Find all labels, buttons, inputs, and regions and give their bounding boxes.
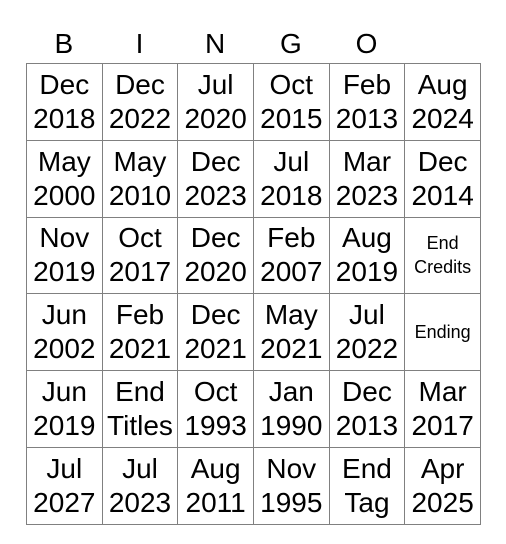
bingo-cell[interactable]: End Credits: [404, 216, 481, 295]
bingo-row: Dec 2018 Dec 2022 Jul 2020 Oct 2015 Feb …: [26, 63, 481, 141]
bingo-cell[interactable]: Aug 2019: [328, 216, 406, 295]
bingo-cell[interactable]: May 2021: [252, 293, 330, 372]
bingo-cell[interactable]: End Tag: [328, 446, 406, 525]
bingo-cell[interactable]: Jan 1990: [252, 370, 330, 448]
bingo-cell[interactable]: Dec 2022: [101, 63, 179, 141]
bingo-cell[interactable]: Jul 2023: [101, 446, 179, 525]
bingo-cell[interactable]: Nov 1995: [252, 446, 330, 525]
bingo-cell[interactable]: Dec 2023: [177, 139, 254, 218]
header-letter-g: G: [279, 28, 302, 59]
bingo-cell[interactable]: Jun 2002: [26, 293, 103, 372]
header-letter-i: I: [135, 28, 144, 59]
bingo-cell[interactable]: May 2010: [101, 139, 179, 218]
bingo-row: May 2000 May 2010 Dec 2023 Jul 2018 Mar …: [26, 139, 481, 218]
header-letter-n: N: [205, 28, 226, 59]
bingo-cell[interactable]: Dec 2021: [177, 293, 254, 372]
bingo-cell[interactable]: Feb 2007: [252, 216, 330, 295]
bingo-cell[interactable]: Jul 2022: [328, 293, 406, 372]
bingo-cell[interactable]: May 2000: [26, 139, 103, 218]
bingo-cell[interactable]: Dec 2013: [328, 370, 406, 448]
bingo-cell[interactable]: Mar 2023: [328, 139, 406, 218]
bingo-cell[interactable]: Jul 2018: [252, 139, 330, 218]
bingo-cell[interactable]: Aug 2011: [177, 446, 254, 525]
bingo-cell[interactable]: Jun 2019: [26, 370, 103, 448]
bingo-cell[interactable]: Mar 2017: [404, 370, 481, 448]
header-letter-o: O: [355, 28, 378, 59]
bingo-cell[interactable]: Oct 1993: [177, 370, 254, 448]
bingo-cell[interactable]: Aug 2024: [404, 63, 481, 141]
bingo-cell[interactable]: Oct 2015: [252, 63, 330, 141]
bingo-row: Nov 2019 Oct 2017 Dec 2020 Feb 2007 Aug …: [26, 216, 481, 295]
bingo-cell[interactable]: Feb 2013: [328, 63, 406, 141]
bingo-cell[interactable]: Jul 2020: [177, 63, 254, 141]
bingo-cell[interactable]: Oct 2017: [101, 216, 179, 295]
bingo-cell[interactable]: Ending: [404, 293, 481, 372]
bingo-cell[interactable]: End Titles: [101, 370, 179, 448]
bingo-row: Jun 2019 End Titles Oct 1993 Jan 1990 De…: [26, 370, 481, 448]
header-letter-b: B: [54, 28, 74, 59]
bingo-cell[interactable]: Dec 2014: [404, 139, 481, 218]
bingo-header: B I N G O: [26, 26, 480, 62]
bingo-cell[interactable]: Apr 2025: [404, 446, 481, 525]
bingo-cell[interactable]: Dec 2020: [177, 216, 254, 295]
bingo-cell[interactable]: Nov 2019: [26, 216, 103, 295]
bingo-row: Jul 2027 Jul 2023 Aug 2011 Nov 1995 End …: [26, 446, 481, 525]
bingo-cell[interactable]: Dec 2018: [26, 63, 103, 141]
bingo-cell[interactable]: Feb 2021: [101, 293, 179, 372]
bingo-cell[interactable]: Jul 2027: [26, 446, 103, 525]
bingo-row: Jun 2002 Feb 2021 Dec 2021 May 2021 Jul …: [26, 293, 481, 372]
bingo-card: Dec 2018 Dec 2022 Jul 2020 Oct 2015 Feb …: [26, 63, 481, 525]
